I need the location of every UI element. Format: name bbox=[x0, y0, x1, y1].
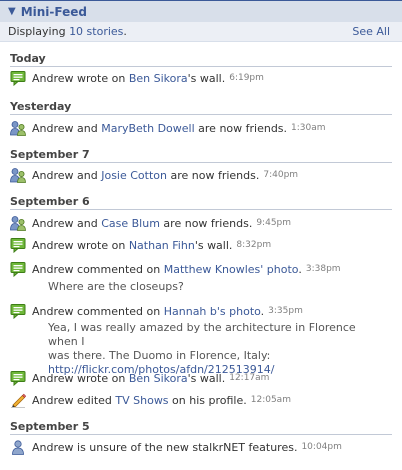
feed-story: Andrew commented on Matthew Knowles' pho… bbox=[10, 260, 395, 278]
story-text: Andrew commented on Hannah b's photo. bbox=[32, 304, 265, 318]
friends-icon bbox=[10, 167, 26, 183]
story-time: 6:19pm bbox=[229, 73, 264, 83]
section-yesterday: Yesterday bbox=[10, 101, 392, 115]
story-link[interactable]: Matthew Knowles' photo bbox=[164, 263, 299, 276]
story-text: Andrew edited TV Shows on his profile. bbox=[32, 393, 247, 407]
story-link[interactable]: Hannah b's photo bbox=[164, 305, 261, 318]
story-link[interactable]: Nathan Fihn bbox=[129, 239, 195, 252]
story-text: Andrew is unsure of the new stalkrNET fe… bbox=[32, 440, 298, 454]
section-september-5: September 5 bbox=[10, 421, 392, 435]
quote-line: was there. The Duomo in Florence, Italy: bbox=[48, 349, 271, 362]
mini-feed-header[interactable]: ▼ Mini-Feed bbox=[0, 0, 402, 22]
feed-story: Andrew and Case Blum are now friends. 9:… bbox=[10, 214, 395, 232]
feed-story: Andrew is unsure of the new stalkrNET fe… bbox=[10, 438, 395, 456]
summary-suffix: . bbox=[123, 25, 127, 38]
story-time: 3:38pm bbox=[305, 264, 341, 274]
story-time: 7:40pm bbox=[263, 170, 299, 180]
stories-summary: Displaying 10 stories. bbox=[8, 25, 127, 38]
feed-story: Andrew wrote on Nathan Fihn's wall. 8:32… bbox=[10, 236, 395, 254]
story-link[interactable]: MaryBeth Dowell bbox=[101, 122, 194, 135]
section-today: Today bbox=[10, 53, 392, 67]
wall-post-icon bbox=[10, 261, 26, 277]
friends-icon bbox=[10, 120, 26, 136]
section-september-6: September 6 bbox=[10, 196, 392, 210]
story-text: Andrew and MaryBeth Dowell are now frien… bbox=[32, 121, 288, 135]
story-text: Andrew and Josie Cotton are now friends. bbox=[32, 168, 260, 182]
story-time: 12:05am bbox=[250, 395, 291, 405]
wall-post-icon bbox=[10, 303, 26, 319]
stories-summary-bar: Displaying 10 stories. See All bbox=[0, 22, 402, 42]
story-text: Andrew commented on Matthew Knowles' pho… bbox=[32, 262, 302, 276]
feed-story: Andrew and MaryBeth Dowell are now frien… bbox=[10, 119, 395, 137]
friends-icon bbox=[10, 215, 26, 231]
story-time: 8:32pm bbox=[236, 240, 272, 250]
story-link[interactable]: Case Blum bbox=[101, 217, 160, 230]
story-time: 10:04pm bbox=[301, 442, 342, 452]
story-time: 9:45pm bbox=[256, 218, 292, 228]
wall-post-icon bbox=[10, 370, 26, 386]
mini-feed-title[interactable]: Mini-Feed bbox=[21, 5, 87, 19]
feed-story: Andrew wrote on Ben Sikora's wall. 12:17… bbox=[10, 369, 395, 387]
story-link[interactable]: Josie Cotton bbox=[101, 169, 167, 182]
story-time: 3:35pm bbox=[268, 306, 303, 316]
comment-quote: Where are the closeups? bbox=[48, 280, 184, 293]
story-link[interactable]: Ben Sikora bbox=[129, 372, 188, 385]
story-link[interactable]: Ben Sikora bbox=[129, 72, 188, 85]
feed-story: Andrew and Josie Cotton are now friends.… bbox=[10, 166, 395, 184]
story-link[interactable]: TV Shows bbox=[115, 394, 168, 407]
feed-story: Andrew commented on Hannah b's photo. 3:… bbox=[10, 302, 395, 320]
summary-prefix: Displaying bbox=[8, 25, 70, 38]
stories-count-link[interactable]: 10 stories bbox=[69, 25, 123, 38]
story-time: 1:30am bbox=[291, 123, 326, 133]
story-text: Andrew and Case Blum are now friends. bbox=[32, 216, 253, 230]
collapse-triangle-icon[interactable]: ▼ bbox=[8, 6, 16, 17]
wall-post-icon bbox=[10, 70, 26, 86]
wall-post-icon bbox=[10, 237, 26, 253]
quote-line: Yea, I was really amazed by the architec… bbox=[48, 321, 356, 348]
story-text: Andrew wrote on Ben Sikora's wall. bbox=[32, 71, 226, 85]
person-icon bbox=[10, 439, 26, 455]
see-all-link[interactable]: See All bbox=[352, 25, 390, 38]
section-september-7: September 7 bbox=[10, 149, 392, 163]
story-time: 12:17am bbox=[229, 373, 270, 383]
feed-story: Andrew wrote on Ben Sikora's wall. 6:19p… bbox=[10, 69, 395, 87]
story-text: Andrew wrote on Ben Sikora's wall. bbox=[32, 371, 226, 385]
story-text: Andrew wrote on Nathan Fihn's wall. bbox=[32, 238, 233, 252]
pencil-icon bbox=[10, 392, 26, 408]
feed-story: Andrew edited TV Shows on his profile. 1… bbox=[10, 391, 395, 409]
